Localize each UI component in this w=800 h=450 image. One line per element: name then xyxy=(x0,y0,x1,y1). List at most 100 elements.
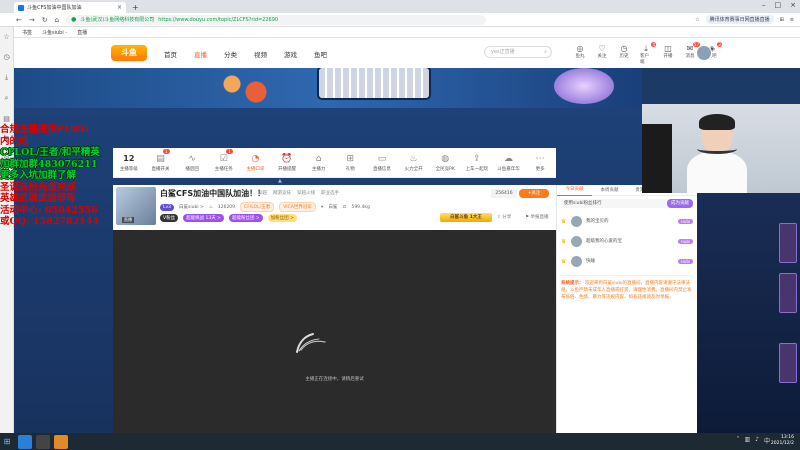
join-fan-club-button[interactable]: 加粉丝团 > xyxy=(267,214,297,222)
close-tab-icon[interactable]: × xyxy=(117,4,122,11)
header-message-button[interactable]: ✉ 消息 57 xyxy=(684,42,700,65)
taskbar-clock[interactable]: 13:16 2021/12/2 xyxy=(771,435,794,447)
refresh-icon[interactable]: ↻ xyxy=(42,16,48,24)
bookmark-item[interactable]: 斗鱼siubi - xyxy=(42,29,67,36)
rank-row[interactable]: ♛ 我的宝贝的 siubi xyxy=(557,211,697,231)
download-icon[interactable]: ⤓ xyxy=(5,73,8,82)
rank-row[interactable]: ♛ 快睡 siubi xyxy=(557,251,697,271)
forward-icon[interactable]: → xyxy=(29,16,35,24)
toolbar-item[interactable]: ▭ 直播信息 xyxy=(366,148,398,177)
nav-home[interactable]: 首页 xyxy=(164,49,177,59)
camera-icon: ◫ xyxy=(664,44,672,53)
browser-app-icon[interactable] xyxy=(18,434,32,449)
room-tag[interactable]: 网游竞技 xyxy=(273,190,291,196)
nav-fishbar[interactable]: 鱼吧 xyxy=(314,49,327,59)
anchor-name[interactable]: 白鲨siubi > xyxy=(179,204,204,210)
bookmark-item[interactable]: 直播 xyxy=(77,29,87,36)
extensions-icon[interactable]: ⊞ xyxy=(780,17,784,23)
volume-icon[interactable]: ♪ xyxy=(755,436,759,445)
follow-count: 256416 xyxy=(491,189,517,198)
toolbar-item[interactable]: ◍ 全民竞PK xyxy=(429,148,461,177)
nav-category[interactable]: 分类 xyxy=(224,49,237,59)
room-tag[interactable]: 职业选手 xyxy=(321,190,339,196)
search-icon[interactable]: ⌕ xyxy=(544,47,547,57)
toolbar-item[interactable]: ∿ 播后回 xyxy=(176,148,208,177)
menu-icon[interactable]: ≡ xyxy=(790,17,794,23)
bookmark-item[interactable]: 书签 xyxy=(22,29,32,36)
windows-start-icon[interactable]: ⊞ xyxy=(0,433,14,450)
room-cover[interactable]: 直播 xyxy=(116,187,156,225)
network-icon[interactable]: ▥ xyxy=(744,436,750,445)
home-icon[interactable]: ⌂ xyxy=(55,16,59,24)
room-tag[interactable]: 穿越火线 xyxy=(297,190,315,196)
anchor-city: 白鲨 xyxy=(328,205,338,210)
search-input[interactable]: yes正直播 ⌕ xyxy=(484,46,552,58)
toolbar-item[interactable]: 12 主播等级 xyxy=(113,148,145,177)
star-icon[interactable]: ☆ xyxy=(695,17,699,23)
toolbar-item[interactable]: ⏰ 开播提醒 xyxy=(271,148,303,177)
toolbar-item[interactable]: ☑ 主播任务 1 xyxy=(208,148,240,177)
fan-medal[interactable]: 白鲨斗鱼 1大王 xyxy=(440,213,492,222)
header-client-button[interactable]: ⤓ 客户端 4 xyxy=(640,42,656,65)
toolbar-item[interactable]: ⊞ 礼物 xyxy=(334,148,366,177)
toolbar-item[interactable]: ♨ 火力全开 xyxy=(398,148,430,177)
rank-avatar[interactable] xyxy=(571,215,582,227)
follow-button[interactable]: +关注 xyxy=(519,189,549,198)
maximize-icon[interactable]: □ xyxy=(775,1,782,9)
user-avatar[interactable] xyxy=(696,45,712,61)
fan-club-badge[interactable]: 超能粉丝团 > xyxy=(228,214,263,222)
obs-app-icon[interactable] xyxy=(36,434,50,449)
tab-week[interactable]: 本周贡献 xyxy=(592,187,627,193)
toolbar-label: 播后回 xyxy=(185,166,199,172)
rank-avatar[interactable] xyxy=(571,255,582,267)
history-icon[interactable]: ◷ xyxy=(3,53,9,61)
header-fishball-button[interactable]: ◎ 鱼丸 xyxy=(574,44,586,65)
overlay-line: 合规主播提供PUBG xyxy=(0,124,89,135)
nav-video[interactable]: 视频 xyxy=(254,49,267,59)
nav-game[interactable]: 游戏 xyxy=(284,49,297,59)
toolbar-item[interactable]: ▤ 直播开关 1 xyxy=(145,148,177,177)
contribute-button[interactable]: 成为贡献 xyxy=(667,199,693,208)
report-button[interactable]: ⚑ 举报直播 xyxy=(525,214,548,220)
bookmarks-bar: 书签 斗鱼siubi - 直播 xyxy=(0,27,800,38)
app-icon[interactable] xyxy=(54,434,68,449)
chevron-up-icon[interactable]: ˄ xyxy=(736,436,739,445)
share-button[interactable]: ⇪ 分享 xyxy=(497,214,511,220)
ime-icon[interactable]: 中 xyxy=(764,436,770,445)
stream-overlay-text: 合规主播提供PUBG 内的的 CFLOL/王者/和平精英 加群加群483076211 更… xyxy=(0,124,124,228)
toolbar-item[interactable]: ☁ 斗鱼嘉年华 xyxy=(493,148,525,177)
toolbar-item[interactable]: ⌂ 主播力 xyxy=(303,148,335,177)
toolbar-label: 开播提醒 xyxy=(278,166,297,172)
news-pill[interactable]: 腾讯体育赛事日网直播直播 xyxy=(705,15,774,24)
minimize-icon[interactable]: – xyxy=(762,1,766,9)
browser-tab[interactable]: 斗鱼CFS加油中国队加油 × xyxy=(14,2,126,13)
toolbar-item[interactable]: ⋯ 更多 xyxy=(524,148,556,177)
window-controls: – □ × xyxy=(762,1,796,9)
challenge-badge[interactable]: 超能挑战 13天 > xyxy=(183,214,224,222)
tab-today[interactable]: 今日贡献 xyxy=(557,185,592,196)
notes-icon[interactable]: ▤ xyxy=(3,115,10,123)
rank-avatar[interactable] xyxy=(571,235,582,247)
douyu-logo[interactable]: 斗鱼 xyxy=(111,45,147,61)
toolbar-item[interactable]: ◔ 主播口袋 xyxy=(240,148,272,177)
fan-badge[interactable]: V粉丝 xyxy=(160,214,179,222)
close-window-icon[interactable]: × xyxy=(790,1,796,9)
video-player[interactable]: 主播正在连接中，请稍后重试 xyxy=(113,230,556,433)
rank-row[interactable]: ♛ 超级我的心爱的宝 siubi xyxy=(557,231,697,251)
room-tag[interactable]: 穿越 xyxy=(258,190,267,196)
search-icon[interactable]: ⌕ xyxy=(5,94,9,103)
new-tab-icon[interactable]: + xyxy=(132,2,139,13)
header-broadcast-button[interactable]: ◫ 开播 xyxy=(662,44,674,65)
nav-live[interactable]: 直播 xyxy=(194,49,207,59)
system-tip-label: 系统提示： xyxy=(561,281,584,286)
overlay-line: 英雄武器武器等等 xyxy=(0,193,77,204)
header-follow-button[interactable]: ♡ 关注 xyxy=(596,44,608,65)
toolbar-item[interactable]: ⇪ 上车一起玩 xyxy=(461,148,493,177)
collapse-arrow-icon[interactable]: ▲ xyxy=(278,178,282,184)
header-history-button[interactable]: ◷ 历史 xyxy=(618,44,630,65)
address-input[interactable]: ● 斗鱼(武汉)斗鱼网络科技有限公司 https://www.douyu.com… xyxy=(66,14,487,25)
overlay-line: 更多入坑加群了解 xyxy=(0,170,77,181)
toolbar-icon: ⊞ xyxy=(346,153,355,164)
back-icon[interactable]: ← xyxy=(16,16,22,24)
favorites-icon[interactable]: ☆ xyxy=(3,33,9,41)
